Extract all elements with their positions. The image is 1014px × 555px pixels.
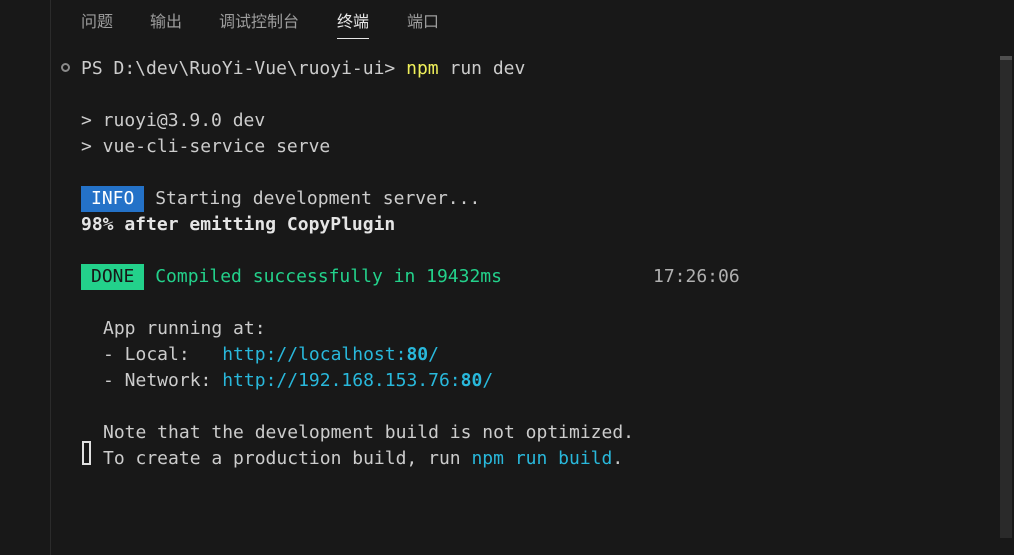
tab-problems[interactable]: 问题 — [81, 12, 113, 32]
done-timestamp: 17:26:06 — [653, 266, 740, 287]
terminal-panel: 问题 输出 调试控制台 终端 端口 PS D:\dev\RuoYi-Vue\ru… — [51, 0, 1014, 555]
script-line-2: > vue-cli-service serve — [81, 136, 331, 157]
build-command: npm run build — [471, 448, 613, 469]
command-name: npm — [406, 58, 439, 79]
tab-debug-console[interactable]: 调试控制台 — [219, 12, 299, 32]
scrollbar-thumb[interactable] — [1000, 60, 1012, 538]
info-line: INFO Starting development server... — [81, 186, 480, 212]
local-url-line: - Local: http://localhost:80/ — [103, 342, 439, 368]
app-running-line: App running at: — [103, 318, 266, 339]
tab-ports[interactable]: 端口 — [407, 12, 439, 32]
info-badge: INFO — [81, 186, 145, 212]
tab-terminal[interactable]: 终端 — [337, 12, 370, 39]
info-text: Starting development server... — [155, 188, 481, 209]
network-url-link[interactable]: http://192.168.153.76:80/ — [222, 370, 493, 391]
prompt-path: PS D:\dev\RuoYi-Vue\ruoyi-ui> — [81, 58, 396, 79]
note-line: Note that the development build is not o… — [103, 422, 635, 443]
done-text: Compiled successfully in 19432ms — [155, 266, 502, 287]
progress-line: 98% after emitting CopyPlugin — [81, 214, 396, 235]
network-label: - Network: — [103, 370, 223, 391]
network-url-line: - Network: http://192.168.153.76:80/ — [103, 368, 493, 394]
done-badge: DONE — [81, 264, 145, 290]
panel-tabs: 问题 输出 调试控制台 终端 端口 — [51, 0, 1014, 46]
terminal-output[interactable]: PS D:\dev\RuoYi-Vue\ruoyi-ui> npm run de… — [51, 56, 996, 555]
script-line-1: > ruoyi@3.9.0 dev — [81, 110, 266, 131]
local-label: - Local: — [103, 344, 223, 365]
command-args: run dev — [449, 58, 526, 79]
tab-output[interactable]: 输出 — [150, 12, 182, 32]
left-gutter — [0, 0, 51, 555]
done-line: DONE Compiled successfully in 19432ms — [81, 264, 502, 290]
local-url-link[interactable]: http://localhost:80/ — [222, 344, 439, 365]
terminal-cursor — [82, 441, 91, 465]
prompt-line: PS D:\dev\RuoYi-Vue\ruoyi-ui> npm run de… — [81, 56, 525, 82]
build-hint-line: To create a production build, run npm ru… — [103, 448, 624, 469]
